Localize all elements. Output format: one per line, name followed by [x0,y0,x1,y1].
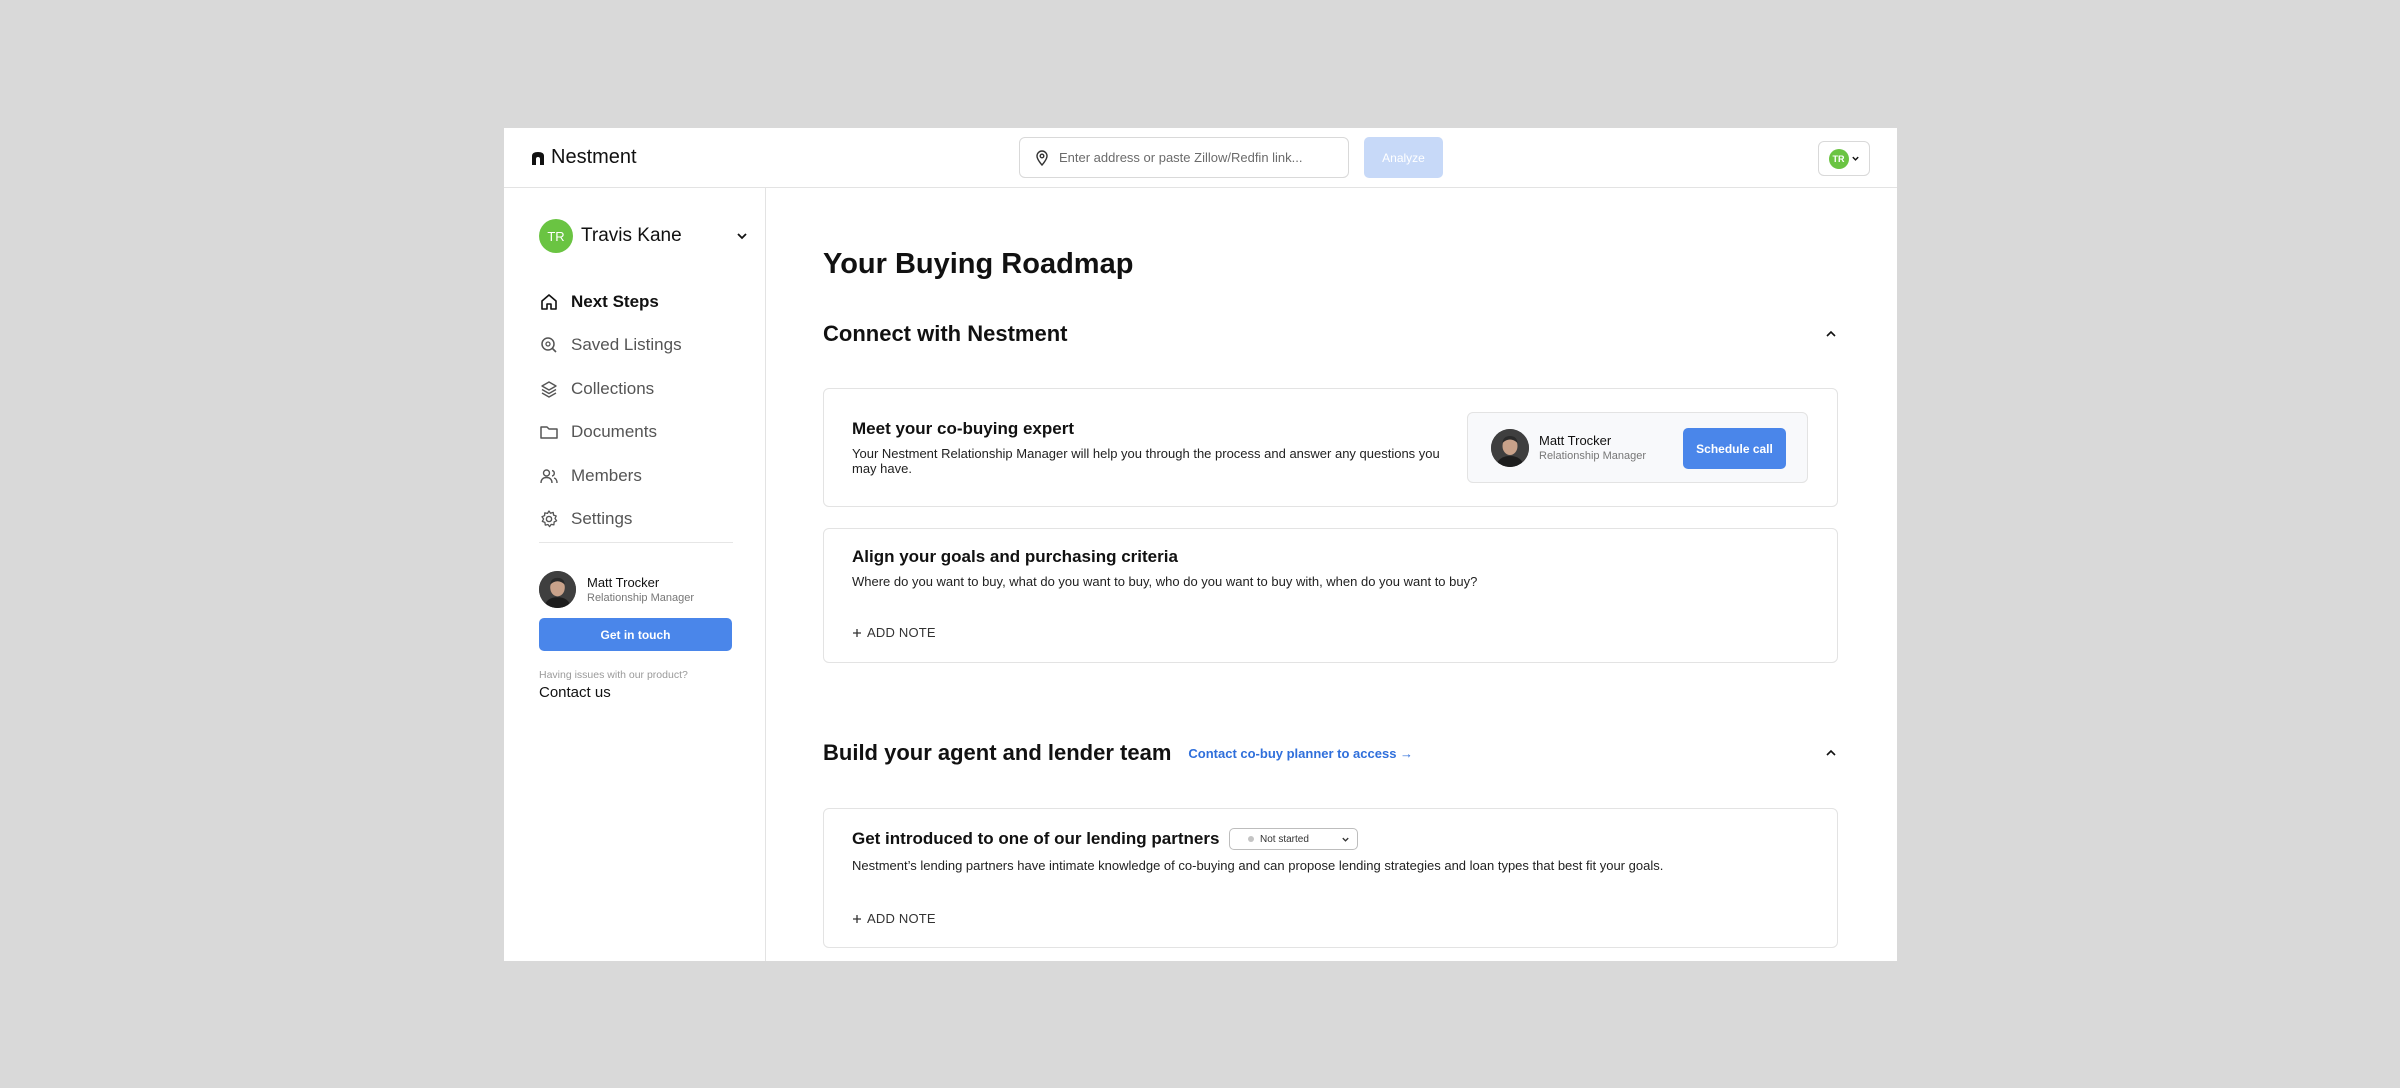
nestment-logo-icon [532,151,544,165]
sidebar-divider [539,542,733,543]
expert-role: Relationship Manager [1539,450,1647,462]
chevron-down-icon [1342,837,1349,842]
home-icon [541,293,557,310]
gear-icon [541,510,558,528]
sidebar-item-label: Collections [571,378,655,398]
sidebar-item-collections[interactable]: Collections [539,367,739,411]
logo[interactable]: Nestment [531,146,637,169]
sidebar-item-label: Saved Listings [571,335,682,355]
card-title: Get introduced to one of our lending par… [852,829,1220,848]
sidebar-item-label: Next Steps [571,291,659,311]
contact-us-link[interactable]: Contact us [539,684,611,701]
add-note-button[interactable]: ADD NOTE [852,625,936,640]
card-title: Align your goals and purchasing criteria [852,547,1178,566]
account-switcher[interactable]: TR Travis Kane [539,219,749,253]
section-team-header: Build your agent and lender team Contact… [823,738,1838,768]
chevron-up-icon[interactable] [1824,327,1838,341]
expert-name: Matt Trocker [1539,433,1612,448]
sidebar-item-label: Members [571,465,642,485]
manager-role: Relationship Manager [587,592,695,604]
sidebar-item-next-steps[interactable]: Next Steps [539,280,739,324]
card-description: Your Nestment Relationship Manager will … [852,446,1440,476]
manager-avatar [539,571,576,608]
sidebar-item-label: Documents [571,422,657,442]
person-photo-icon [1491,429,1529,467]
section-connect-header: Connect with Nestment [823,319,1838,349]
help-text: Having issues with our product? [539,669,688,681]
sidebar: TR Travis Kane Next Steps Saved Listings [504,188,766,961]
address-search-input[interactable] [1059,150,1329,165]
sidebar-item-documents[interactable]: Documents [539,411,739,455]
sidebar-item-label: Settings [571,509,633,529]
contact-planner-link[interactable]: Contact co-buy planner to access → [1188,746,1413,761]
status-select[interactable]: Not started [1229,828,1358,850]
address-search[interactable] [1019,137,1349,178]
add-note-button[interactable]: ADD NOTE [852,911,936,926]
get-in-touch-button[interactable]: Get in touch [539,618,732,651]
sidebar-item-members[interactable]: Members [539,454,739,498]
user-menu[interactable]: TR [1818,141,1870,176]
layers-icon [541,381,557,398]
status-dot [1248,836,1254,842]
account-avatar: TR [539,219,573,253]
relationship-manager-card: Matt Trocker Relationship Manager [539,571,694,608]
user-avatar: TR [1828,148,1849,169]
expert-contact-box: Matt Trocker Relationship Manager Schedu… [1467,412,1808,483]
chevron-up-icon[interactable] [1824,746,1838,760]
app-window: Nestment Analyze TR TR Travis Kane [504,128,1897,961]
main-content: Your Buying Roadmap Connect with Nestmen… [766,188,1897,961]
chevron-down-icon [737,233,747,240]
plus-icon [853,628,861,637]
sidebar-item-settings[interactable]: Settings [539,498,739,542]
map-pin-icon [1036,149,1048,166]
chevron-down-icon [1851,156,1859,161]
page-title: Your Buying Roadmap [823,248,1134,280]
card-description: Where do you want to buy, what do you wa… [852,574,1478,589]
sidebar-item-saved-listings[interactable]: Saved Listings [539,324,739,368]
folder-icon [540,426,558,439]
manager-name: Matt Trocker [587,575,660,590]
plus-icon [853,914,861,923]
schedule-call-button[interactable]: Schedule call [1683,428,1786,469]
card-co-buying-expert: Meet your co-buying expert Your Nestment… [823,388,1838,507]
section-title: Connect with Nestment [823,321,1068,346]
analyze-button[interactable]: Analyze [1364,137,1443,178]
expert-avatar [1491,429,1529,467]
person-photo-icon [539,571,576,608]
search-location-icon [541,337,557,353]
users-icon [540,469,558,483]
status-value: Not started [1260,833,1309,845]
add-note-label: ADD NOTE [867,911,936,926]
card-align-goals: Align your goals and purchasing criteria… [823,528,1838,663]
section-title: Build your agent and lender team [823,740,1172,765]
sidebar-nav: Next Steps Saved Listings Collections Do… [539,280,739,541]
card-lending-partners: Get introduced to one of our lending par… [823,808,1838,948]
logo-text: Nestment [551,146,637,168]
card-description: Nestment’s lending partners have intimat… [852,858,1664,873]
top-bar: Nestment Analyze TR [504,128,1897,188]
add-note-label: ADD NOTE [867,625,936,640]
account-name: Travis Kane [581,225,682,246]
card-title: Meet your co-buying expert [852,419,1074,438]
